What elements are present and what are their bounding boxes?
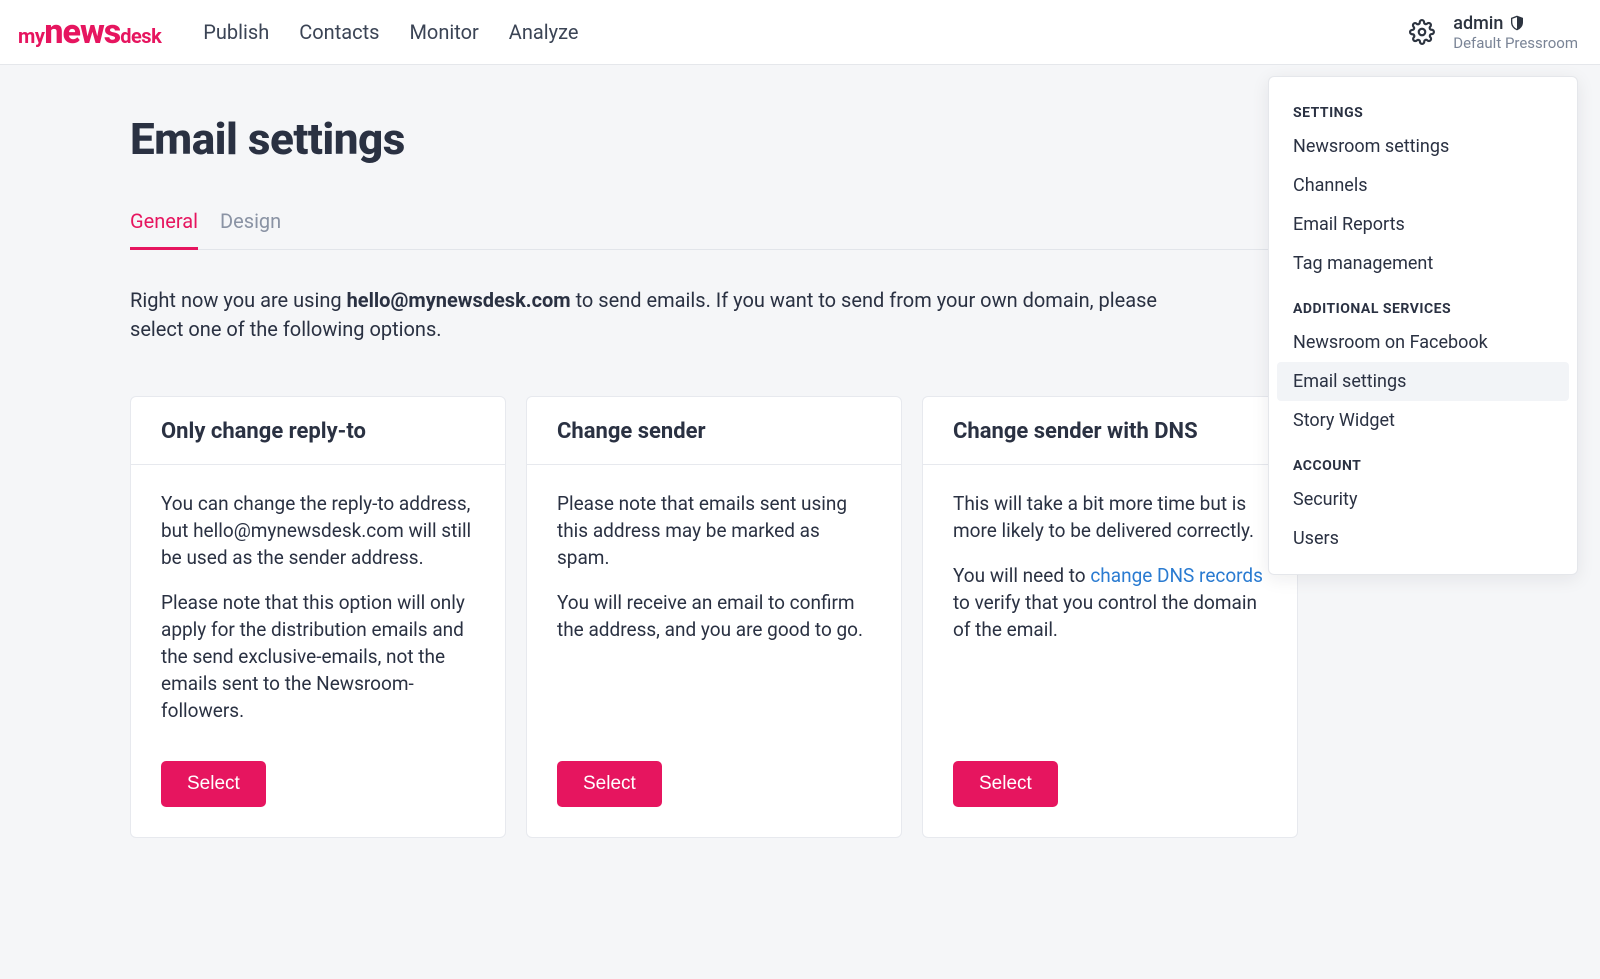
tab-design[interactable]: Design	[220, 209, 281, 249]
dd-security[interactable]: Security	[1277, 480, 1569, 519]
card-replyto-p2: Please note that this option will only a…	[161, 590, 475, 725]
card-dns-p2: You will need to change DNS records to v…	[953, 563, 1267, 644]
dropdown-section-settings: SETTINGS	[1277, 97, 1569, 127]
dd-channels[interactable]: Channels	[1277, 166, 1569, 205]
select-button-change-sender[interactable]: Select	[557, 761, 662, 807]
dd-story-widget[interactable]: Story Widget	[1277, 401, 1569, 440]
settings-dropdown: SETTINGS Newsroom settings Channels Emai…	[1268, 76, 1578, 575]
nav-publish[interactable]: Publish	[203, 20, 269, 44]
dd-email-reports[interactable]: Email Reports	[1277, 205, 1569, 244]
tab-general[interactable]: General	[130, 209, 198, 249]
card-sender-p1: Please note that emails sent using this …	[557, 491, 871, 572]
logo-part-desk: desk	[120, 24, 161, 48]
intro-email: hello@mynewsdesk.com	[347, 288, 571, 312]
card-dns-p1: This will take a bit more time but is mo…	[953, 491, 1267, 545]
dropdown-section-account: ACCOUNT	[1277, 450, 1569, 480]
card-change-sender: Change sender Please note that emails se…	[526, 396, 902, 838]
card-sender-p2: You will receive an email to confirm the…	[557, 590, 871, 644]
brand-logo[interactable]: my news desk	[18, 15, 161, 49]
intro-text: Right now you are using hello@mynewsdesk…	[130, 286, 1190, 344]
nav-contacts[interactable]: Contacts	[299, 20, 379, 44]
dd-email-settings[interactable]: Email settings	[1277, 362, 1569, 401]
gear-icon[interactable]	[1409, 19, 1435, 45]
topbar: my news desk Publish Contacts Monitor An…	[0, 0, 1600, 65]
topbar-right: admin Default Pressroom	[1409, 13, 1578, 52]
card-title-change-sender: Change sender	[557, 419, 871, 444]
user-subtitle: Default Pressroom	[1453, 34, 1578, 52]
card-title-change-sender-dns: Change sender with DNS	[953, 419, 1267, 444]
user-menu-trigger[interactable]: admin Default Pressroom	[1453, 13, 1578, 52]
card-reply-to: Only change reply-to You can change the …	[130, 396, 506, 838]
shield-icon	[1509, 15, 1525, 31]
dd-users[interactable]: Users	[1277, 519, 1569, 558]
nav-analyze[interactable]: Analyze	[509, 20, 579, 44]
primary-nav: Publish Contacts Monitor Analyze	[203, 20, 578, 44]
change-dns-records-link[interactable]: change DNS records	[1090, 564, 1263, 587]
dropdown-section-additional: ADDITIONAL SERVICES	[1277, 293, 1569, 323]
select-button-change-sender-dns[interactable]: Select	[953, 761, 1058, 807]
logo-part-my: my	[18, 24, 44, 48]
nav-monitor[interactable]: Monitor	[409, 20, 478, 44]
card-replyto-p1: You can change the reply-to address, but…	[161, 491, 475, 572]
dd-newsroom-settings[interactable]: Newsroom settings	[1277, 127, 1569, 166]
user-name: admin	[1453, 13, 1503, 34]
card-title-reply-to: Only change reply-to	[161, 419, 475, 444]
logo-part-news: news	[44, 15, 120, 49]
dd-newsroom-facebook[interactable]: Newsroom on Facebook	[1277, 323, 1569, 362]
dd-tag-management[interactable]: Tag management	[1277, 244, 1569, 283]
select-button-reply-to[interactable]: Select	[161, 761, 266, 807]
card-change-sender-dns: Change sender with DNS This will take a …	[922, 396, 1298, 838]
